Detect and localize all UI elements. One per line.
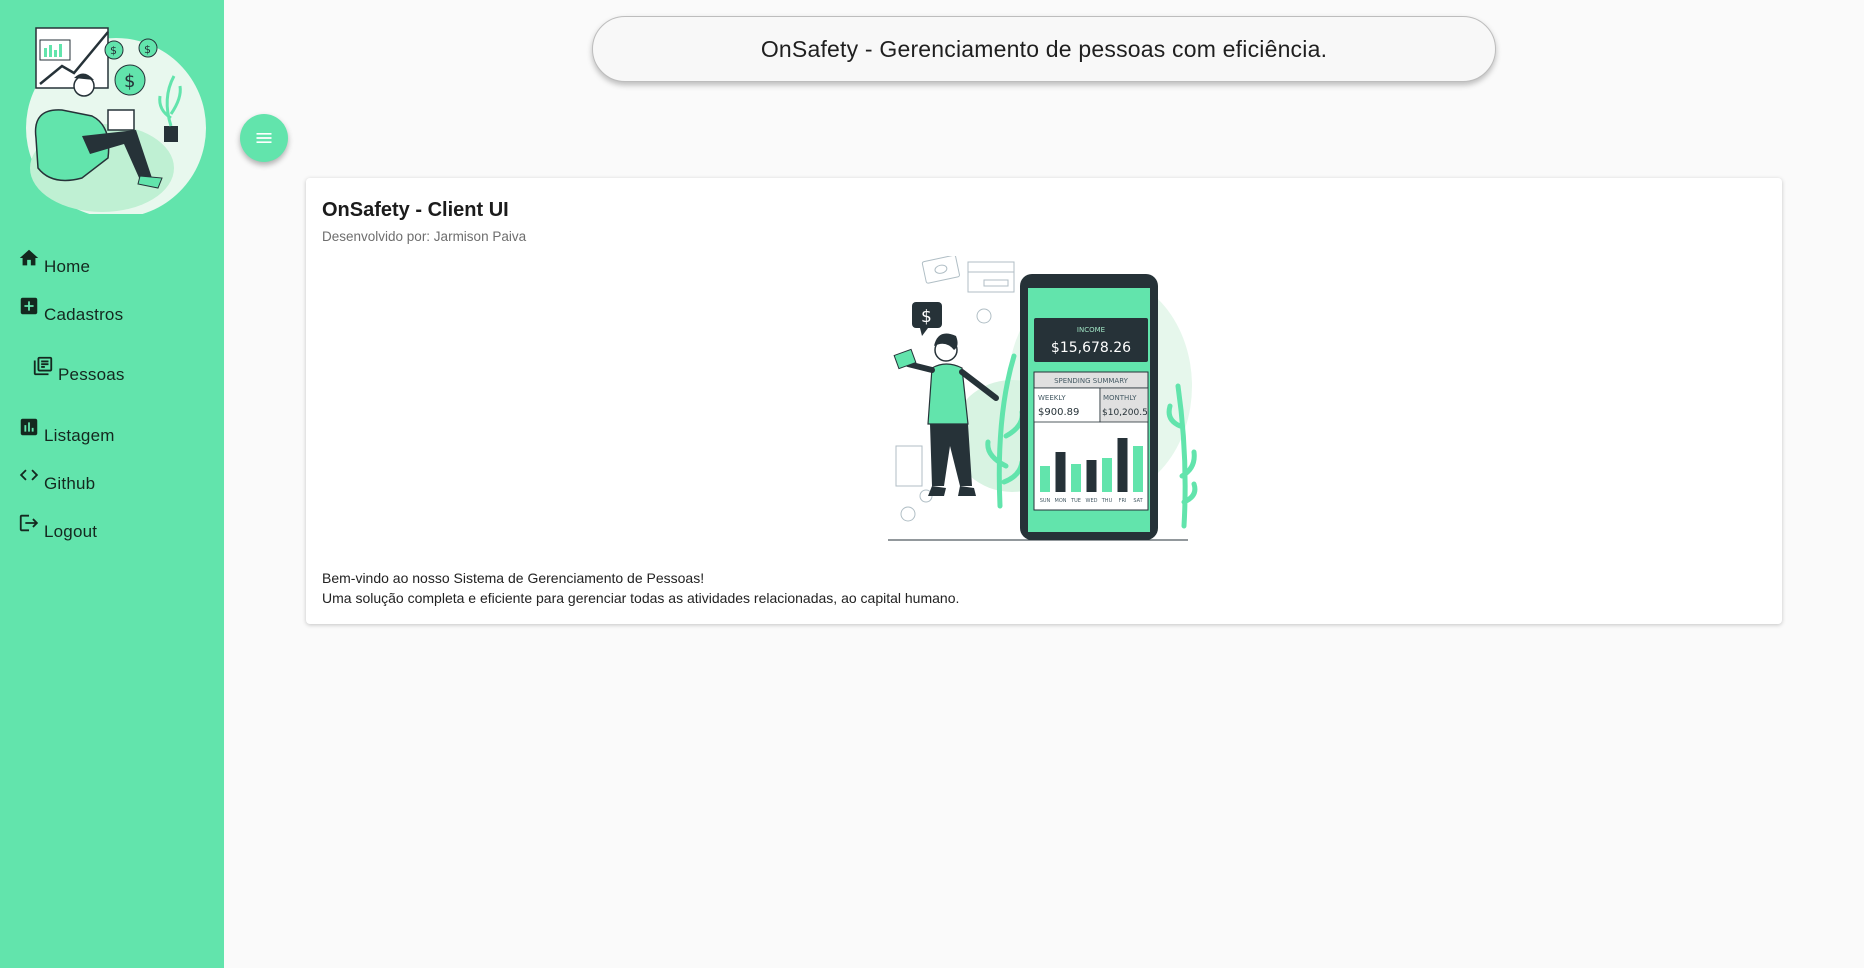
sidebar-item-label: Cadastros (44, 305, 124, 324)
welcome-line-1: Bem-vindo ao nosso Sistema de Gerenciame… (322, 570, 705, 586)
phone-bar (1117, 438, 1128, 492)
logout-icon (19, 514, 39, 532)
phone-day-label: MON (1055, 498, 1067, 504)
menu-icon (256, 133, 272, 143)
sidebar-item-label: Pessoas (58, 365, 125, 384)
phone-bar (1102, 458, 1112, 492)
phone-day-label: SAT (1133, 498, 1143, 504)
svg-text:$: $ (144, 43, 151, 56)
welcome-card: OnSafety - Client UI Desenvolvido por: J… (306, 178, 1782, 624)
library-icon (33, 356, 53, 376)
svg-text:$: $ (921, 307, 932, 327)
sidebar-item-github[interactable]: Github (18, 464, 95, 494)
sidebar-item-label: Home (44, 257, 91, 276)
svg-text:$: $ (124, 71, 135, 92)
code-icon (19, 469, 39, 481)
phone-bar (1086, 460, 1097, 492)
svg-text:$10,200.5: $10,200.5 (1102, 408, 1148, 418)
home-icon (19, 249, 39, 266)
phone-day-label: WED (1086, 498, 1098, 504)
phone-day-label: SUN (1040, 498, 1051, 504)
sidebar-logo-illustration: $ $ $ (26, 27, 206, 214)
phone-day-label: TUE (1070, 498, 1081, 504)
sidebar-item-logout[interactable]: Logout (18, 512, 97, 542)
sidebar-item-label: Listagem (44, 426, 115, 445)
welcome-line-2: Uma solução completa e eficiente para ge… (322, 590, 960, 606)
svg-text:$15,678.26: $15,678.26 (1051, 340, 1131, 356)
svg-text:WEEKLY: WEEKLY (1038, 394, 1066, 402)
card-title: OnSafety - Client UI (322, 199, 509, 221)
sidebar-item-label: Logout (44, 522, 98, 541)
phone-day-label: THU (1101, 498, 1113, 504)
menu-toggle-button[interactable] (240, 114, 288, 162)
add-box-icon (20, 297, 38, 315)
sidebar-item-pessoas[interactable]: Pessoas (32, 355, 125, 385)
sidebar: $ $ $ Home Cadastros Pessoas Listagem Gi… (0, 0, 224, 968)
phone-bar (1071, 464, 1081, 492)
bar-chart-icon (20, 418, 38, 436)
header-bar: OnSafety - Gerenciamento de pessoas com … (592, 16, 1496, 82)
svg-text:$: $ (110, 44, 117, 57)
svg-text:INCOME: INCOME (1077, 326, 1105, 334)
phone-bar (1133, 446, 1143, 492)
phone-bar (1055, 452, 1066, 492)
sidebar-item-home[interactable]: Home (18, 247, 90, 277)
svg-text:SPENDING SUMMARY: SPENDING SUMMARY (1054, 377, 1129, 385)
phone-day-label: FRI (1119, 498, 1127, 504)
sidebar-item-cadastros[interactable]: Cadastros (18, 295, 123, 325)
sidebar-item-listagem[interactable]: Listagem (18, 416, 115, 446)
header-title: OnSafety - Gerenciamento de pessoas com … (760, 35, 1328, 62)
svg-text:$900.89: $900.89 (1038, 407, 1079, 418)
welcome-text: Bem-vindo ao nosso Sistema de Gerenciame… (322, 568, 959, 608)
card-subtitle: Desenvolvido por: Jarmison Paiva (322, 229, 527, 244)
svg-text:MONTHLY: MONTHLY (1103, 394, 1137, 402)
sidebar-item-label: Github (44, 474, 96, 493)
phone-bar (1040, 466, 1050, 492)
finance-illustration: $ INCOME $15,678.26 SPENDING SUMMARY WEE… (888, 256, 1198, 541)
